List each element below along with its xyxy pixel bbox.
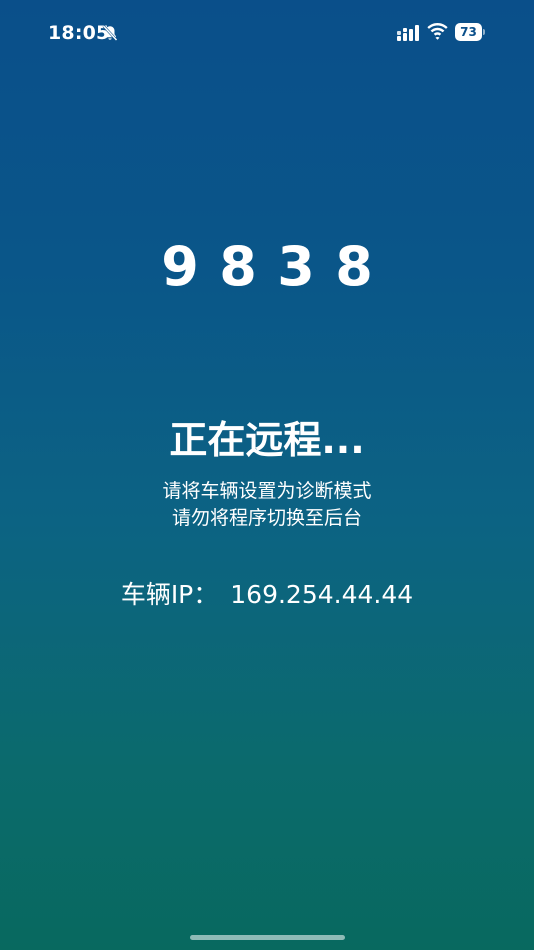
battery-icon: 73 [455, 23, 486, 41]
battery-tip [483, 29, 485, 35]
wifi-icon [427, 23, 448, 40]
remote-session-screen: 18:05 73 9 8 3 8 正在远程... 请将车辆设置为诊断模式 请勿将… [0, 0, 534, 950]
code-digit: 9 [161, 235, 199, 298]
vehicle-ip-value: 169.254.44.44 [230, 580, 414, 609]
code-digit: 3 [277, 235, 315, 298]
status-bar: 18:05 73 [0, 0, 534, 64]
remote-status-title: 正在远程... [169, 418, 365, 462]
code-digit: 8 [219, 235, 257, 298]
hint-diagnostic-mode: 请将车辆设置为诊断模式 [162, 480, 372, 502]
vehicle-ip-label: 车辆IP： [120, 580, 219, 609]
session-code: 9 8 3 8 [0, 236, 534, 298]
home-indicator[interactable] [190, 935, 345, 940]
code-digit: 8 [335, 235, 373, 298]
bell-off-icon [102, 25, 118, 41]
vehicle-ip-row: 车辆IP： 169.254.44.44 [0, 578, 534, 612]
signal-icon [397, 25, 419, 41]
battery-level: 73 [455, 23, 482, 41]
hint-keep-foreground: 请勿将程序切换至后台 [171, 507, 362, 529]
